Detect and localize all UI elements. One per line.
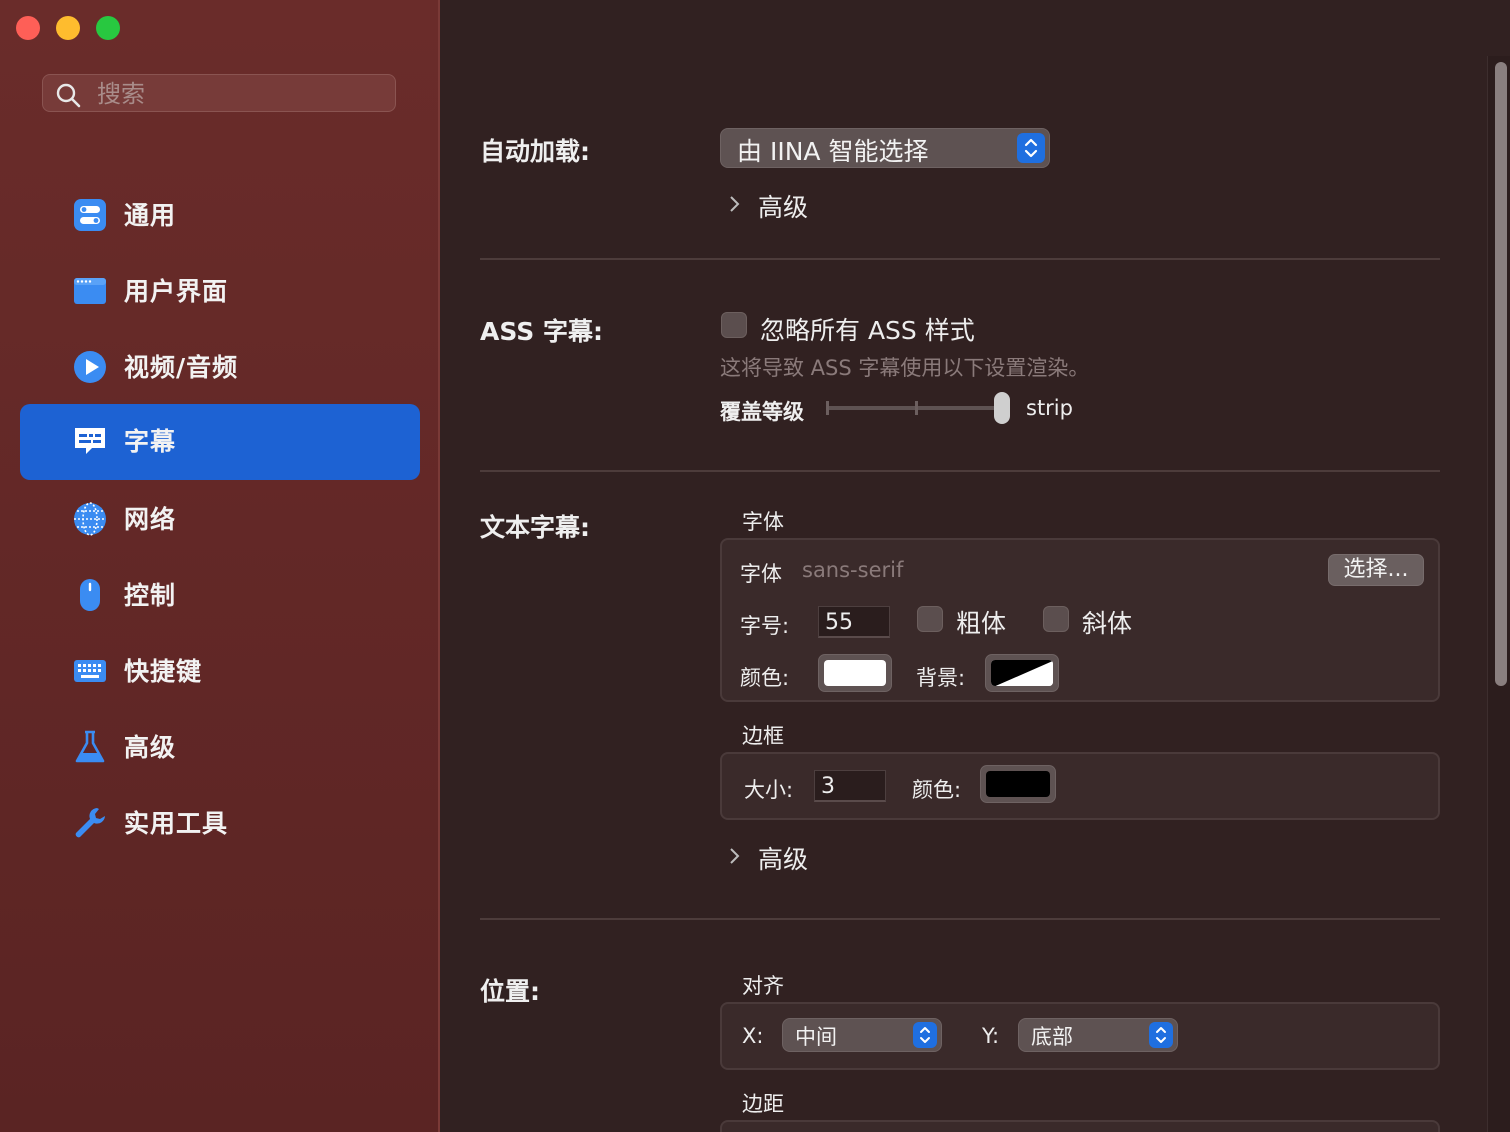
sidebar-item-label: 视频/音频 <box>124 353 239 382</box>
choose-font-button[interactable]: 选择... <box>1328 554 1424 586</box>
italic-label: 斜体 <box>1082 609 1133 638</box>
auto-load-title: 自动加载: <box>480 137 590 166</box>
text-color-well[interactable] <box>818 654 892 692</box>
auto-load-popup[interactable]: 由 IINA 智能选择 <box>720 128 1050 168</box>
font-size-field[interactable]: 55 <box>818 606 890 638</box>
border-heading: 边框 <box>742 724 784 748</box>
search-input[interactable] <box>95 78 389 110</box>
preferences-window: 通用 用户界面 视频/音频 <box>0 0 1510 1132</box>
y-align-value: 底部 <box>1031 1025 1073 1049</box>
border-size-field[interactable]: 3 <box>814 770 886 802</box>
font-group-box: 字体 sans-serif 选择... 字号: 55 粗体 斜体 颜色: 背景: <box>720 538 1440 702</box>
maximize-window-button[interactable] <box>96 16 120 40</box>
sidebar-item-label: 高级 <box>124 733 177 762</box>
sidebar-item-label: 快捷键 <box>124 657 203 686</box>
toggles-icon <box>74 199 106 231</box>
background-color-label: 背景: <box>916 666 966 690</box>
background-color-well[interactable] <box>985 654 1059 692</box>
ignore-ass-styles-checkbox[interactable] <box>721 312 747 338</box>
border-group-box: 大小: 3 颜色: <box>720 752 1440 820</box>
x-align-popup[interactable]: 中间 <box>782 1018 942 1052</box>
bold-checkbox[interactable] <box>917 606 943 632</box>
disclosure-label: 高级 <box>758 193 809 222</box>
divider <box>480 258 1440 260</box>
y-align-popup[interactable]: 底部 <box>1018 1018 1178 1052</box>
divider <box>480 918 1440 920</box>
updown-chevron-icon <box>1017 133 1045 163</box>
sidebar-item-advanced[interactable]: 高级 <box>20 710 420 786</box>
wrench-icon <box>75 808 105 838</box>
minimize-window-button[interactable] <box>56 16 80 40</box>
search-icon <box>56 83 81 108</box>
scrollbar-thumb[interactable] <box>1495 62 1507 686</box>
color-swatch-transparent <box>991 660 1053 686</box>
override-level-value: strip <box>1026 396 1073 420</box>
font-value: sans-serif <box>802 558 904 582</box>
flask-icon <box>75 730 105 763</box>
font-size-label: 字号: <box>740 614 790 638</box>
keyboard-icon <box>74 660 106 682</box>
auto-load-popup-value: 由 IINA 智能选择 <box>737 137 929 166</box>
text-subs-title: 文本字幕: <box>480 513 590 542</box>
border-size-label: 大小: <box>744 778 794 802</box>
sidebar-item-label: 实用工具 <box>124 809 229 838</box>
subtitle-icon <box>75 428 105 454</box>
sidebar-item-subtitles[interactable]: 字幕 <box>20 404 420 480</box>
chevron-right-icon <box>730 848 740 864</box>
sidebar-item-label: 用户界面 <box>124 277 229 306</box>
slider-tick <box>915 401 918 415</box>
margin-group-box <box>720 1120 1440 1132</box>
ass-title: ASS 字幕: <box>480 317 603 346</box>
chevron-right-icon <box>730 196 740 212</box>
sidebar-item-utilities[interactable]: 实用工具 <box>20 786 420 862</box>
auto-load-advanced-disclosure[interactable]: 高级 <box>728 188 928 222</box>
sidebar-item-general[interactable]: 通用 <box>20 178 420 254</box>
override-level-slider[interactable] <box>824 390 1014 426</box>
sidebar-item-label: 网络 <box>124 505 177 534</box>
sidebar-item-video-audio[interactable]: 视频/音频 <box>20 330 420 406</box>
color-swatch-white <box>824 660 886 686</box>
margin-heading: 边距 <box>742 1092 784 1116</box>
text-color-label: 颜色: <box>740 666 790 690</box>
font-heading: 字体 <box>742 510 784 534</box>
sidebar: 通用 用户界面 视频/音频 <box>0 0 440 1132</box>
disclosure-label: 高级 <box>758 845 809 874</box>
close-window-button[interactable] <box>16 16 40 40</box>
sidebar-item-label: 字幕 <box>124 427 177 456</box>
globe-icon <box>74 502 106 536</box>
sidebar-item-shortcuts[interactable]: 快捷键 <box>20 634 420 710</box>
border-color-well[interactable] <box>980 765 1056 803</box>
updown-chevron-icon <box>913 1022 937 1048</box>
position-title: 位置: <box>480 977 540 1006</box>
sidebar-item-label: 通用 <box>124 201 177 230</box>
italic-checkbox[interactable] <box>1043 606 1069 632</box>
sidebar-item-control[interactable]: 控制 <box>20 558 420 634</box>
bold-label: 粗体 <box>956 609 1007 638</box>
ignore-ass-styles-label: 忽略所有 ASS 样式 <box>760 316 975 345</box>
ass-hint-text: 这将导致 ASS 字幕使用以下设置渲染。 <box>720 356 1090 380</box>
search-field[interactable] <box>42 74 396 112</box>
subtitle-settings-pane: 自动加载: 由 IINA 智能选择 高级 ASS 字幕: 忽略所有 ASS 样式… <box>440 0 1510 1132</box>
text-subs-advanced-disclosure[interactable]: 高级 <box>728 840 928 874</box>
mouse-icon <box>80 579 100 611</box>
vertical-scrollbar[interactable] <box>1487 56 1510 1132</box>
override-level-label: 覆盖等级 <box>720 400 804 424</box>
slider-knob[interactable] <box>994 392 1010 424</box>
align-group-box: X: 中间 Y: 底部 <box>720 1002 1440 1070</box>
align-heading: 对齐 <box>742 974 784 998</box>
x-align-value: 中间 <box>795 1025 837 1049</box>
play-icon <box>74 351 106 383</box>
x-align-label: X: <box>742 1024 764 1048</box>
sidebar-item-label: 控制 <box>124 581 177 610</box>
color-swatch-black <box>986 771 1050 797</box>
updown-chevron-icon <box>1149 1022 1173 1048</box>
y-align-label: Y: <box>982 1024 1000 1048</box>
sidebar-item-network[interactable]: 网络 <box>20 482 420 558</box>
slider-tick <box>826 401 829 415</box>
font-label: 字体 <box>740 562 782 586</box>
divider <box>480 470 1440 472</box>
sidebar-item-ui[interactable]: 用户界面 <box>20 254 420 330</box>
window-icon <box>74 278 106 304</box>
border-color-label: 颜色: <box>912 778 962 802</box>
